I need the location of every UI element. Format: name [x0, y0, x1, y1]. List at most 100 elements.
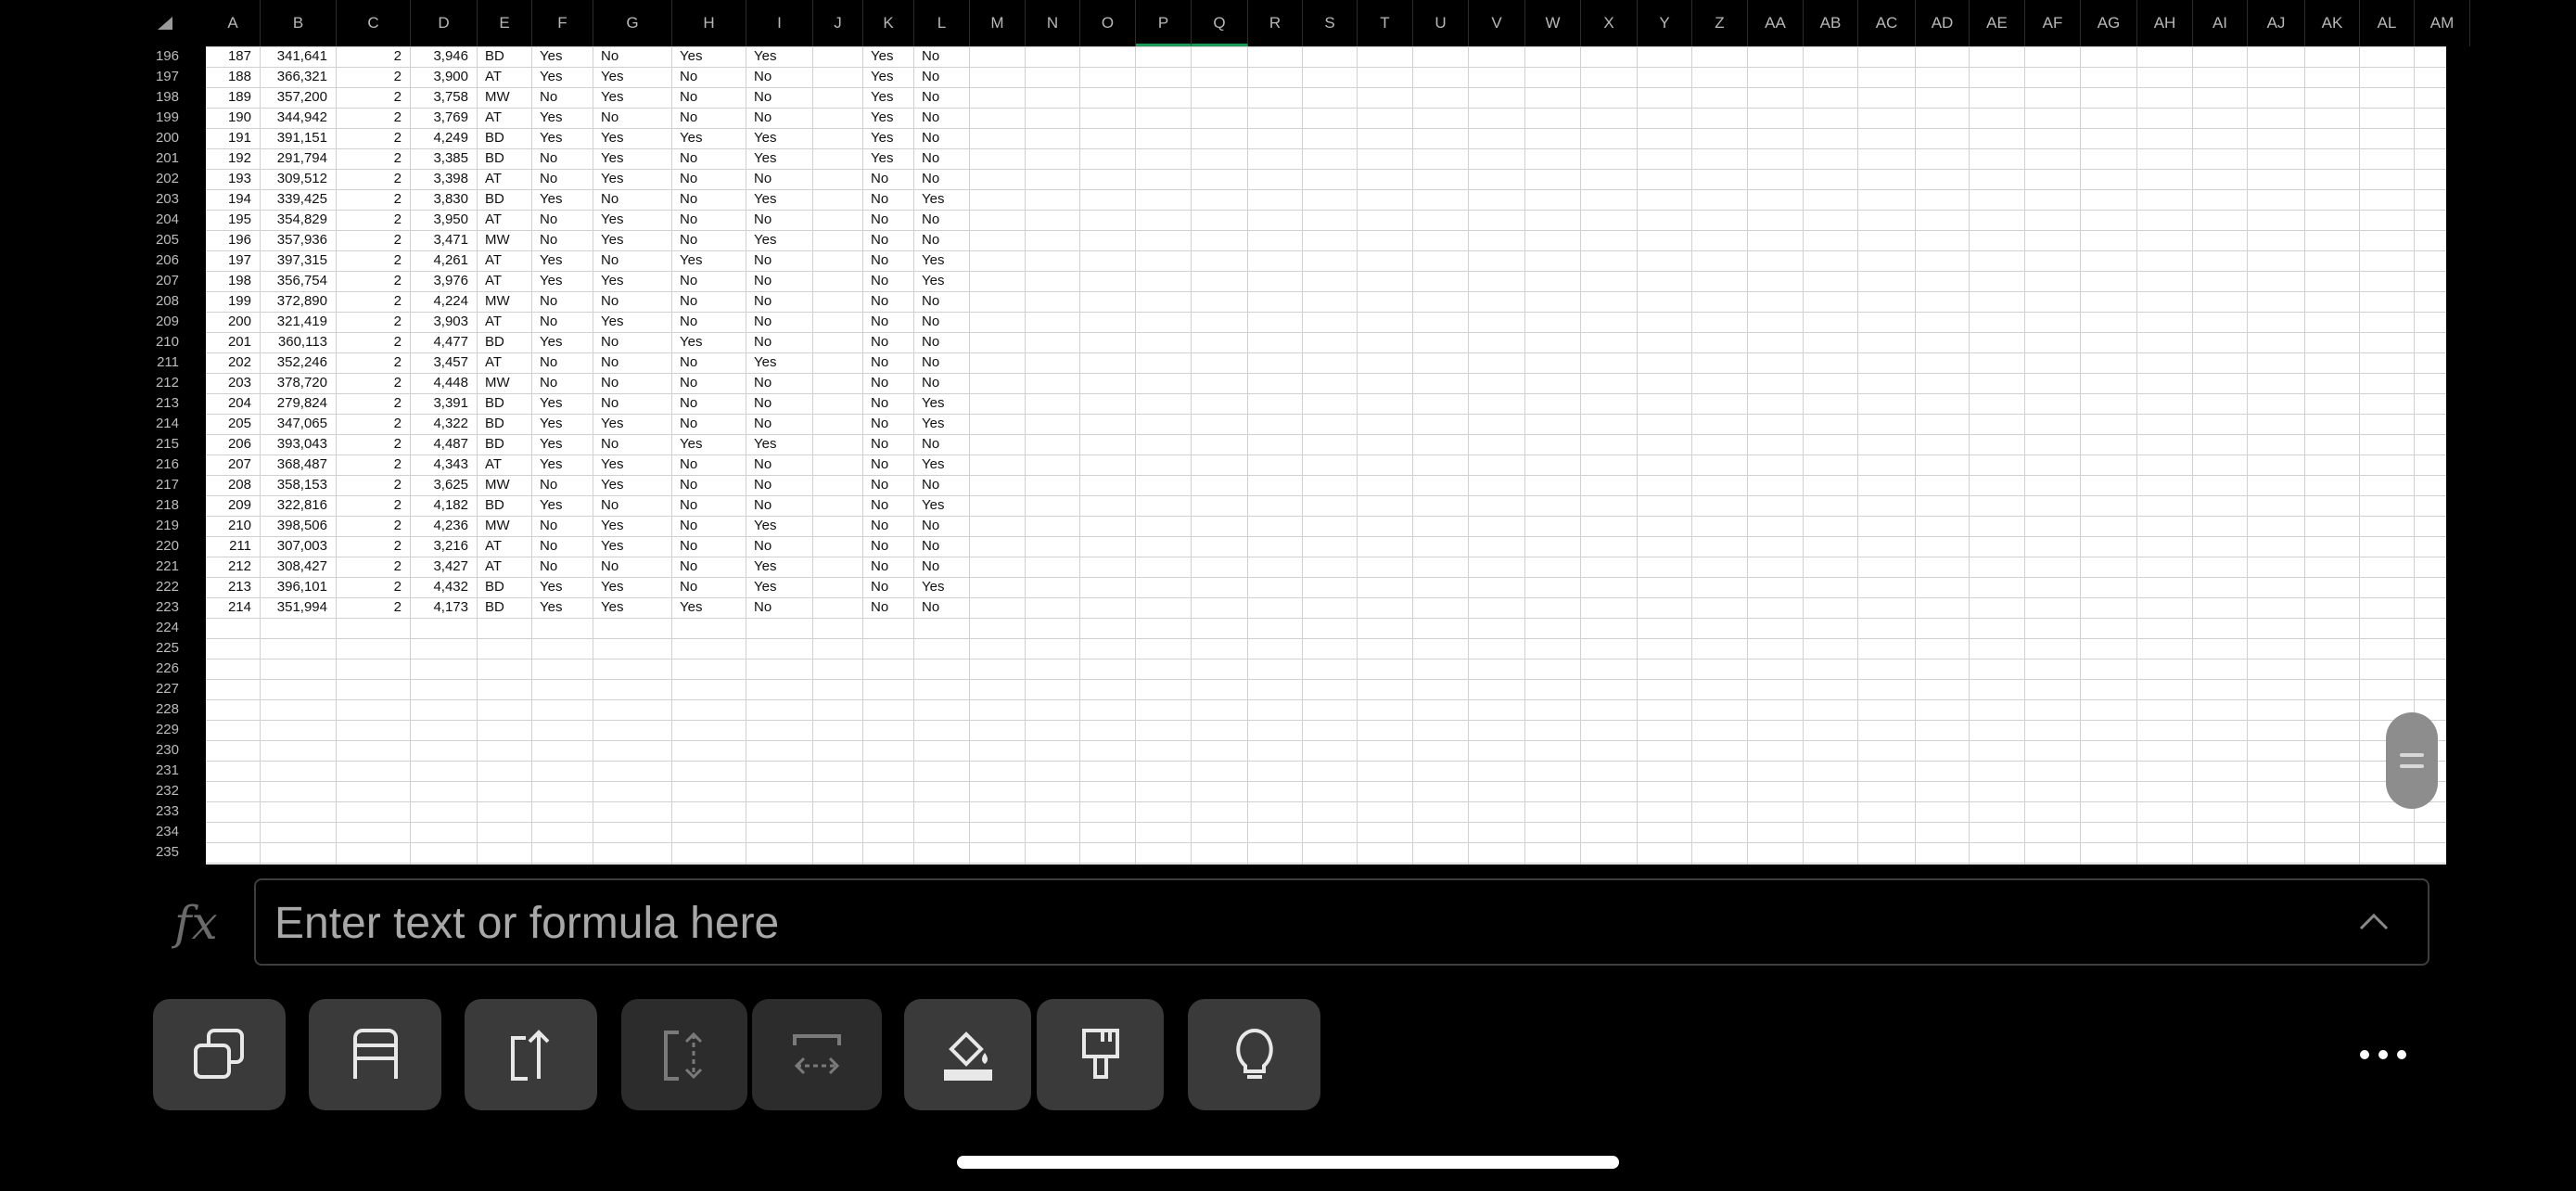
cell-h[interactable]: Yes	[672, 250, 746, 271]
cell-f[interactable]: No	[532, 291, 593, 312]
column-header-ad[interactable]: AD	[1916, 0, 1970, 46]
cell-j[interactable]	[813, 434, 863, 455]
cell-d[interactable]: 3,457	[411, 352, 478, 373]
cell-f[interactable]: Yes	[532, 414, 593, 434]
formula-bar[interactable]	[254, 878, 2429, 966]
cell-g[interactable]: No	[593, 250, 672, 271]
cell-h[interactable]: Yes	[672, 332, 746, 352]
column-header-m[interactable]: M	[970, 0, 1026, 46]
cell-h[interactable]: No	[672, 373, 746, 393]
cell-d[interactable]: 3,830	[411, 189, 478, 210]
cell-l[interactable]: No	[914, 516, 970, 536]
cell-h[interactable]: No	[672, 352, 746, 373]
cell-i[interactable]: No	[746, 597, 813, 618]
cell-e[interactable]: AT	[478, 536, 532, 557]
cell-l[interactable]: No	[914, 352, 970, 373]
row-header[interactable]: 197	[130, 67, 206, 87]
cell-g[interactable]: Yes	[593, 271, 672, 291]
cell-i[interactable]: Yes	[746, 516, 813, 536]
cell-g[interactable]: No	[593, 352, 672, 373]
cell-i[interactable]: Yes	[746, 352, 813, 373]
cell-a[interactable]: 208	[206, 475, 261, 495]
cell-h[interactable]: Yes	[672, 597, 746, 618]
cell-h[interactable]: No	[672, 475, 746, 495]
cell-c[interactable]: 2	[337, 373, 411, 393]
column-header-s[interactable]: S	[1303, 0, 1358, 46]
cell-h[interactable]: No	[672, 414, 746, 434]
cell-c[interactable]: 2	[337, 148, 411, 169]
cell-i[interactable]: No	[746, 250, 813, 271]
cell-g[interactable]: Yes	[593, 67, 672, 87]
column-header-o[interactable]: O	[1080, 0, 1136, 46]
cell-d[interactable]: 3,427	[411, 557, 478, 577]
cell-f[interactable]: No	[532, 475, 593, 495]
cell-d[interactable]: 4,487	[411, 434, 478, 455]
spreadsheet-grid[interactable]: 187 341,641 2 3,946 BD Yes No Yes Yes Yes No 188 366…	[206, 46, 2446, 864]
cell-f[interactable]: Yes	[532, 67, 593, 87]
cell-e[interactable]: BD	[478, 434, 532, 455]
cell-g[interactable]: Yes	[593, 455, 672, 475]
cell-c[interactable]: 2	[337, 475, 411, 495]
resize-row-button[interactable]	[621, 999, 747, 1110]
column-header-aj[interactable]: AJ	[2248, 0, 2305, 46]
cell-h[interactable]: No	[672, 210, 746, 230]
row-header[interactable]: 205	[130, 230, 206, 250]
row-header[interactable]: 226	[130, 659, 206, 679]
cell-j[interactable]	[813, 536, 863, 557]
column-header-ac[interactable]: AC	[1858, 0, 1916, 46]
cell-b[interactable]: 368,487	[261, 455, 337, 475]
cell-a[interactable]: 196	[206, 230, 261, 250]
cell-c[interactable]: 2	[337, 230, 411, 250]
cell-g[interactable]: No	[593, 332, 672, 352]
cell-d[interactable]: 3,758	[411, 87, 478, 108]
cell-j[interactable]	[813, 128, 863, 148]
cell-l[interactable]: Yes	[914, 189, 970, 210]
cell-k[interactable]: No	[863, 230, 914, 250]
cell-e[interactable]: BD	[478, 189, 532, 210]
cell-a[interactable]: 200	[206, 312, 261, 332]
cell-b[interactable]: 291,794	[261, 148, 337, 169]
cell-k[interactable]: Yes	[863, 87, 914, 108]
cell-j[interactable]	[813, 250, 863, 271]
cell-c[interactable]: 2	[337, 495, 411, 516]
column-header-aa[interactable]: AA	[1748, 0, 1804, 46]
cell-e[interactable]: AT	[478, 352, 532, 373]
cell-a[interactable]: 188	[206, 67, 261, 87]
cell-c[interactable]: 2	[337, 87, 411, 108]
cell-j[interactable]	[813, 108, 863, 128]
cell-k[interactable]: Yes	[863, 108, 914, 128]
row-header[interactable]: 207	[130, 271, 206, 291]
cell-a[interactable]: 207	[206, 455, 261, 475]
cell-l[interactable]: No	[914, 557, 970, 577]
cell-k[interactable]: No	[863, 475, 914, 495]
cell-g[interactable]: No	[593, 108, 672, 128]
cell-l[interactable]: No	[914, 210, 970, 230]
column-header-v[interactable]: V	[1469, 0, 1525, 46]
cell-h[interactable]: Yes	[672, 128, 746, 148]
cell-l[interactable]: No	[914, 373, 970, 393]
cell-c[interactable]: 2	[337, 557, 411, 577]
cell-f[interactable]: No	[532, 536, 593, 557]
cell-g[interactable]: Yes	[593, 516, 672, 536]
cell-g[interactable]: Yes	[593, 536, 672, 557]
cell-c[interactable]: 2	[337, 108, 411, 128]
cell-f[interactable]: Yes	[532, 332, 593, 352]
cell-i[interactable]: No	[746, 393, 813, 414]
cell-a[interactable]: 189	[206, 87, 261, 108]
column-header-z[interactable]: Z	[1692, 0, 1748, 46]
cell-e[interactable]: MW	[478, 516, 532, 536]
cell-j[interactable]	[813, 393, 863, 414]
cell-l[interactable]: No	[914, 597, 970, 618]
cell-g[interactable]: No	[593, 495, 672, 516]
cell-i[interactable]: No	[746, 169, 813, 189]
column-header-ak[interactable]: AK	[2305, 0, 2360, 46]
insert-row-button[interactable]	[309, 999, 441, 1110]
cell-b[interactable]: 347,065	[261, 414, 337, 434]
cell-b[interactable]: 339,425	[261, 189, 337, 210]
row-header[interactable]: 196	[130, 46, 206, 67]
cell-l[interactable]: No	[914, 230, 970, 250]
cell-a[interactable]: 194	[206, 189, 261, 210]
cell-e[interactable]: BD	[478, 128, 532, 148]
cell-f[interactable]: No	[532, 557, 593, 577]
cell-h[interactable]: No	[672, 291, 746, 312]
